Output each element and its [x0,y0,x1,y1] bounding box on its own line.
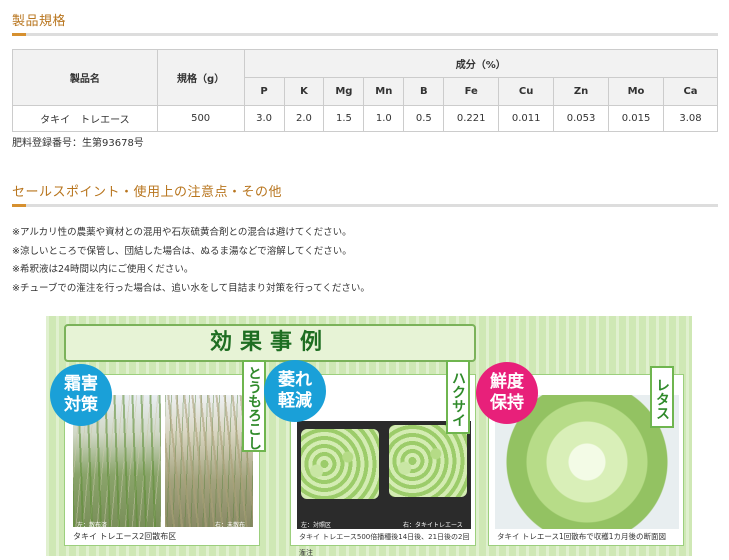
photo-tag-left: 左：対照区 [301,522,332,529]
case-caption: タキイ トレエース500倍播種後14日後、21日後の2回潅注 [291,529,475,556]
badge-frost: 霜害 対策 [50,364,112,426]
header-element: Ca [663,77,718,106]
cell-value: 2.0 [283,105,325,132]
cell-value: 3.08 [663,105,718,132]
cell-value: 0.053 [553,105,610,132]
header-element: K [283,77,325,106]
notes-list: ※アルカリ性の農薬や資材との混用や石灰硫黄合剤との混合は避けてください。 ※涼し… [12,224,370,298]
cell-value: 1.0 [363,105,405,132]
cell-product: タキイ トレエース [12,105,158,132]
cell-weight: 500 [156,105,245,132]
badge-freshness: 鮮度 保持 [476,362,538,424]
cell-value: 3.0 [243,105,285,132]
photo-tag-right: 右：タキイトレエース [403,522,463,529]
banner-title: 効果事例 [64,324,476,362]
header-element: Fe [443,77,500,106]
header-element: Mn [363,77,405,106]
section-title-spec: 製品規格 [12,14,67,29]
photo-tag-right: 右：未散布 [215,522,246,529]
header-element: Mo [608,77,664,106]
section-divider [12,33,718,36]
header-element: B [403,77,445,106]
note-item: ※アルカリ性の農薬や資材との混用や石灰硫黄合剤との混合は避けてください。 [12,227,352,238]
cell-value: 0.015 [608,105,664,132]
header-components: 成分（%） [243,49,719,78]
header-weight: 規格（g） [156,49,245,106]
cell-value: 0.221 [443,105,500,132]
crop-label-corn: とうもろこし [242,360,266,452]
effect-examples-image: 効果事例 左：散布済 右：未散布 タキイ トレエース2回散布区 霜害 対策 とう… [46,316,692,556]
note-item: ※希釈液は24時間以内にご使用ください。 [12,264,194,275]
badge-wilt: 萎れ 軽減 [264,360,326,422]
spec-table: 製品名 規格（g） 成分（%） P K Mg Mn B Fe Cu Zn Mo … [12,49,719,132]
header-element: Mg [323,77,365,106]
section-title-points: セールスポイント・使用上の注意点・その他 [12,185,283,200]
note-item: ※涼しいところで保管し、団結した場合は、ぬるま湯などで溶解してください。 [12,245,352,257]
crop-label-lettuce: レタス [650,366,674,428]
cell-value: 0.5 [403,105,445,132]
cell-value: 1.5 [323,105,365,132]
header-product: 製品名 [12,49,158,106]
case-caption: タキイ トレエース1回散布で収穫1カ月後の断面図 [489,529,683,545]
section-divider [12,204,718,207]
registration-number: 肥料登録番号：生第93678号 [12,138,144,149]
photo-tag-left: 左：散布済 [77,522,108,529]
table-row: タキイ トレエース 500 3.0 2.0 1.5 1.0 0.5 0.221 … [12,105,718,132]
hakusai-photo [297,421,471,529]
corn-photo-untreated [165,395,253,527]
header-element: Cu [498,77,555,106]
crop-label-hakusai: ハクサイ [446,360,470,434]
case-caption: タキイ トレエース2回散布区 [65,529,259,545]
header-element: Zn [553,77,610,106]
cell-value: 0.011 [498,105,555,132]
note-item: ※チューブでの潅注を行った場合は、追い水をして目詰まり対策を行ってください。 [12,282,370,294]
header-element: P [243,77,285,106]
